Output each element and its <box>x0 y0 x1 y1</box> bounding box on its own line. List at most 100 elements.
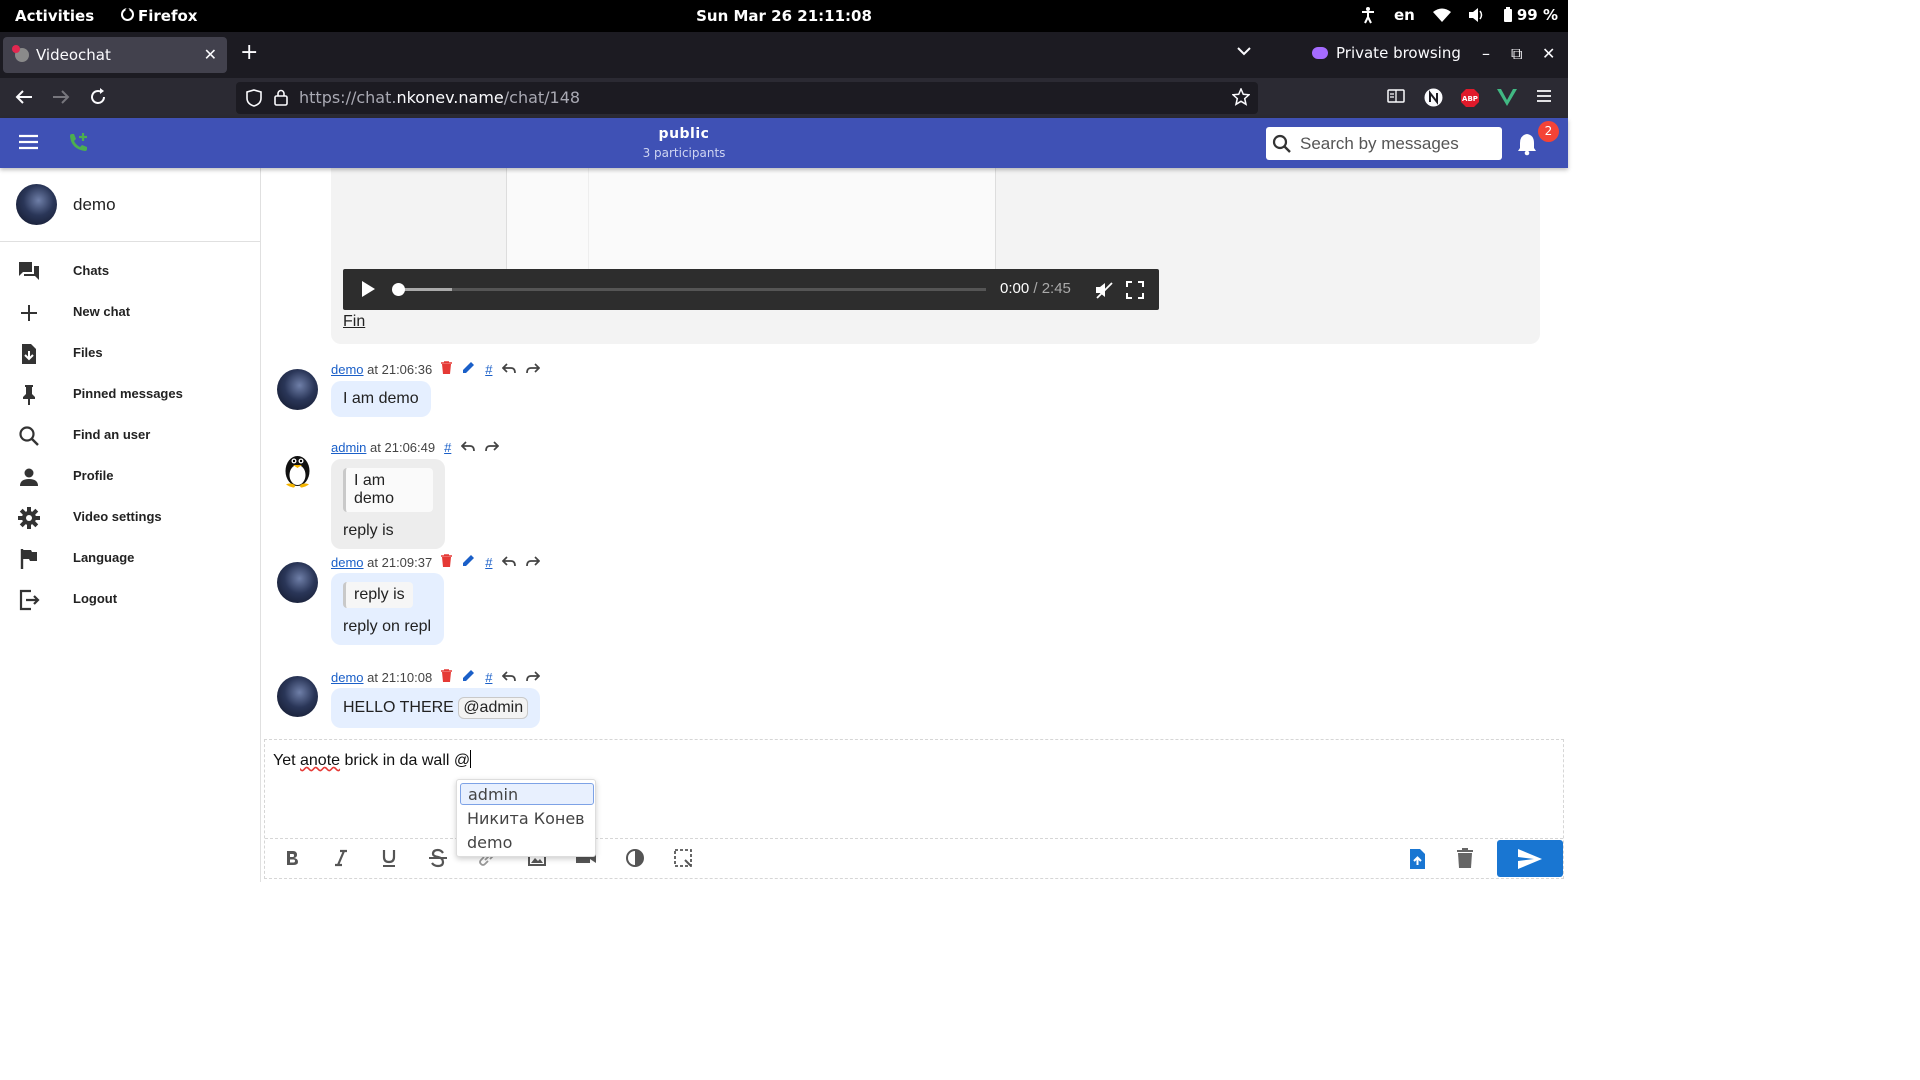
sidebar-item-video-settings[interactable]: Video settings <box>0 497 260 538</box>
search-placeholder: Search by messages <box>1300 134 1459 153</box>
sidebar-item-label: Files <box>73 345 103 360</box>
message-author-link[interactable]: admin <box>331 440 366 455</box>
search-messages-input[interactable]: Search by messages <box>1266 127 1502 160</box>
suggestion-item[interactable]: demo <box>467 832 512 854</box>
activities-button[interactable]: Activities <box>15 7 94 25</box>
fullscreen-icon[interactable] <box>1126 281 1144 303</box>
bookmark-star-icon[interactable] <box>1231 87 1251 110</box>
forward-icon[interactable] <box>526 555 541 570</box>
extension-n-icon[interactable] <box>1424 88 1443 111</box>
mention-chip[interactable]: @admin <box>458 697 529 719</box>
message-meta: demo at 21:10:08 # <box>331 669 541 685</box>
edit-icon[interactable] <box>462 554 475 570</box>
select-area-icon[interactable] <box>673 848 693 872</box>
message-link-icon[interactable]: # <box>485 362 492 377</box>
avatar[interactable] <box>277 447 318 488</box>
new-tab-button[interactable]: + <box>240 40 258 65</box>
sidebar-item-new-chat[interactable]: New chat <box>0 292 260 333</box>
reply-icon[interactable] <box>502 555 517 570</box>
reply-icon[interactable] <box>461 440 476 455</box>
message-link-icon[interactable]: # <box>485 670 492 685</box>
video-progress-bar[interactable] <box>392 283 986 296</box>
accessibility-icon[interactable] <box>1360 6 1376 24</box>
forum-icon <box>17 260 41 288</box>
sidebar-item-find-user[interactable]: Find an user <box>0 415 260 456</box>
close-tab-icon[interactable]: ✕ <box>204 45 217 64</box>
tab-videochat[interactable]: Videochat ✕ <box>3 37 227 73</box>
keyboard-language[interactable]: en <box>1394 6 1415 24</box>
sidebar-profile[interactable]: demo <box>0 168 260 242</box>
notifications-badge: 2 <box>1538 121 1559 142</box>
logout-icon <box>17 588 41 616</box>
delete-draft-icon[interactable] <box>1456 848 1474 872</box>
forward-icon[interactable] <box>485 440 500 455</box>
delete-icon[interactable] <box>441 669 453 685</box>
contrast-icon[interactable] <box>625 848 645 872</box>
video-caption-link[interactable]: Fin <box>343 313 365 331</box>
avatar[interactable] <box>277 676 318 717</box>
restore-icon[interactable]: ⧉ <box>1511 44 1522 64</box>
message-author-link[interactable]: demo <box>331 362 364 377</box>
notifications-bell-icon[interactable] <box>1516 132 1538 160</box>
sidebar-item-pinned-messages[interactable]: Pinned messages <box>0 374 260 415</box>
delete-icon[interactable] <box>441 361 453 377</box>
sidebar-item-profile[interactable]: Profile <box>0 456 260 497</box>
message-author-link[interactable]: demo <box>331 670 364 685</box>
pin-icon <box>17 383 41 411</box>
close-window-icon[interactable]: ✕ <box>1542 44 1555 63</box>
reader-view-icon[interactable] <box>1387 88 1405 108</box>
avatar[interactable] <box>277 369 318 410</box>
vue-devtools-icon[interactable] <box>1497 88 1517 110</box>
message-meta: demo at 21:06:36 # <box>331 361 541 377</box>
reload-icon[interactable] <box>88 87 108 112</box>
attach-file-icon[interactable] <box>1407 848 1427 874</box>
volume-icon <box>1468 8 1485 22</box>
message-link-icon[interactable]: # <box>485 555 492 570</box>
sidebar-item-chats[interactable]: Chats <box>0 251 260 292</box>
lock-icon[interactable] <box>274 89 288 110</box>
app-menu-icon[interactable] <box>1535 88 1553 108</box>
forward-icon[interactable] <box>51 87 71 112</box>
edit-icon[interactable] <box>462 669 475 685</box>
back-icon[interactable] <box>14 87 34 112</box>
avatar[interactable] <box>277 562 318 603</box>
svg-text:ABP: ABP <box>1462 95 1478 103</box>
edit-icon[interactable] <box>462 361 475 377</box>
system-tray[interactable]: en 99 % <box>1360 6 1558 24</box>
volume-muted-icon[interactable] <box>1095 281 1113 303</box>
flag-icon <box>17 547 41 575</box>
sidebar-item-language[interactable]: Language <box>0 538 260 579</box>
forward-icon[interactable] <box>526 362 541 377</box>
forward-icon[interactable] <box>526 670 541 685</box>
suggestion-item[interactable]: Никита Конев <box>467 808 585 830</box>
message-author-link[interactable]: demo <box>331 555 364 570</box>
url-bar[interactable]: https://chat.nkonev.name/chat/148 <box>236 82 1258 114</box>
firefox-icon <box>121 7 134 25</box>
chat-messages[interactable]: 0:00 / 2:45 Fin demo at 21:06:36 # I am … <box>262 168 1568 738</box>
minimize-icon[interactable]: – <box>1482 44 1490 63</box>
wifi-icon <box>1432 8 1451 22</box>
progress-handle[interactable] <box>392 283 405 296</box>
message-bubble: I am demo <box>331 381 431 417</box>
message-link-icon[interactable]: # <box>444 440 451 455</box>
sidebar-item-logout[interactable]: Logout <box>0 579 260 620</box>
reply-icon[interactable] <box>502 362 517 377</box>
tracking-protection-icon[interactable] <box>246 89 262 111</box>
strikethrough-icon[interactable] <box>428 848 448 872</box>
private-label: Private browsing <box>1336 44 1461 62</box>
suggestion-item[interactable]: admin <box>460 783 594 805</box>
list-tabs-icon[interactable] <box>1236 43 1252 63</box>
sidebar-item-files[interactable]: Files <box>0 333 260 374</box>
play-icon[interactable] <box>360 280 376 302</box>
delete-icon[interactable] <box>441 554 453 570</box>
app-menu[interactable]: Firefox <box>121 7 197 25</box>
clock[interactable]: Sun Mar 26 21:11:08 <box>0 7 1568 25</box>
send-button[interactable] <box>1497 840 1563 877</box>
editor-text[interactable]: Yet anote brick in da wall @ <box>273 750 472 770</box>
adblock-plus-icon[interactable]: ABP <box>1460 88 1480 112</box>
italic-icon[interactable] <box>332 848 350 872</box>
reply-icon[interactable] <box>502 670 517 685</box>
bold-icon[interactable] <box>283 848 301 872</box>
underline-icon[interactable] <box>380 848 398 872</box>
video-player-controls: 0:00 / 2:45 <box>343 269 1159 310</box>
